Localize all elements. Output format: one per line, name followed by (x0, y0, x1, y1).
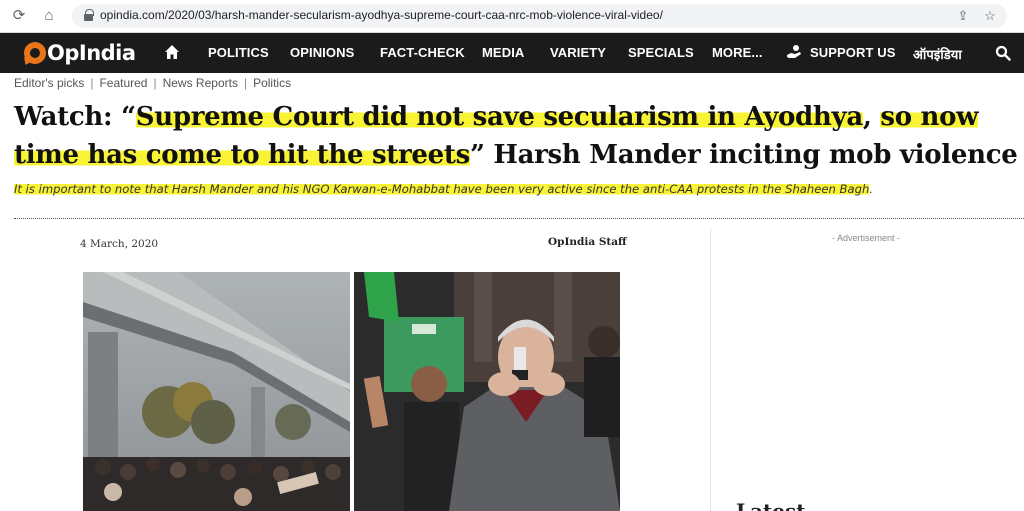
lock-icon[interactable] (84, 9, 94, 21)
tag-politics[interactable]: Politics (253, 76, 291, 90)
nav-hindi-site[interactable]: ऑपइंडिया (913, 45, 962, 63)
nav-opinions[interactable]: OPINIONS (290, 45, 354, 60)
article-subtitle: It is important to note that Harsh Mande… (14, 182, 873, 196)
logo-text-op: Op (47, 41, 79, 65)
share-icon[interactable]: ⇪ (955, 8, 971, 24)
sidebar-divider (710, 229, 711, 511)
subtitle-highlighted: It is important to note that Harsh Mande… (14, 182, 870, 196)
title-highlight-2: so now (880, 102, 979, 132)
tag-featured[interactable]: Featured (99, 76, 147, 90)
title-highlight-3: time has come to hit the streets (14, 140, 470, 170)
star-icon[interactable]: ☆ (982, 8, 998, 24)
hand-coin-icon[interactable] (786, 44, 802, 60)
tag-editors-picks[interactable]: Editor's picks (14, 76, 84, 90)
browser-toolbar: ⟳ ⌂ opindia.com/2020/03/harsh-mander-sec… (0, 0, 1024, 33)
url-text[interactable]: opindia.com/2020/03/harsh-mander-secular… (100, 8, 663, 22)
home-icon[interactable] (164, 44, 180, 60)
tag-news-reports[interactable]: News Reports (163, 76, 238, 90)
nav-media[interactable]: MEDIA (482, 45, 524, 60)
subtitle-end: . (869, 182, 874, 196)
publish-date: 4 March, 2020 (80, 238, 159, 250)
category-tags: Editor's picks | Featured | News Reports | Pol… (14, 76, 291, 90)
author-name[interactable]: OpIndia Staff (548, 236, 627, 248)
nav-more[interactable]: MORE... (712, 45, 763, 60)
tag-separator: | (153, 76, 157, 90)
sidebar-heading: Latest (736, 501, 826, 511)
nav-fact-check[interactable]: FACT-CHECK (380, 45, 465, 60)
title-prefix: Watch: “ (14, 102, 136, 132)
logo-bubble-icon (24, 42, 46, 64)
search-icon[interactable] (995, 45, 1011, 61)
article-image-crowd-flyover[interactable] (83, 272, 350, 511)
nav-specials[interactable]: SPECIALS (628, 45, 694, 60)
article-title: Watch: “Supreme Court did not save secul… (14, 98, 1024, 174)
title-divider (14, 218, 1024, 219)
address-bar[interactable]: opindia.com/2020/03/harsh-mander-secular… (72, 4, 1007, 28)
tag-separator: | (90, 76, 94, 90)
nav-politics[interactable]: POLITICS (208, 45, 269, 60)
article-image-speaker-megaphone[interactable] (354, 272, 620, 511)
site-nav: OpIndia POLITICS OPINIONS FACT-CHECK MED… (0, 33, 1024, 73)
title-mid: , (862, 102, 881, 132)
sidebar-heading-text: Latest (736, 501, 826, 511)
advertisement-label: - Advertisement - (832, 233, 901, 243)
title-suffix: ” Harsh Mander inciting mob violence (469, 140, 1018, 170)
logo-text-india: India (78, 41, 136, 65)
site-logo[interactable]: OpIndia (24, 40, 136, 66)
title-highlight-1: Supreme Court did not save secularism in… (135, 102, 863, 132)
home-icon[interactable]: ⌂ (40, 7, 58, 25)
reload-icon[interactable]: ⟳ (10, 7, 28, 25)
nav-support-us[interactable]: SUPPORT US (810, 45, 896, 60)
nav-variety[interactable]: VARIETY (550, 45, 606, 60)
tag-separator: | (243, 76, 248, 90)
